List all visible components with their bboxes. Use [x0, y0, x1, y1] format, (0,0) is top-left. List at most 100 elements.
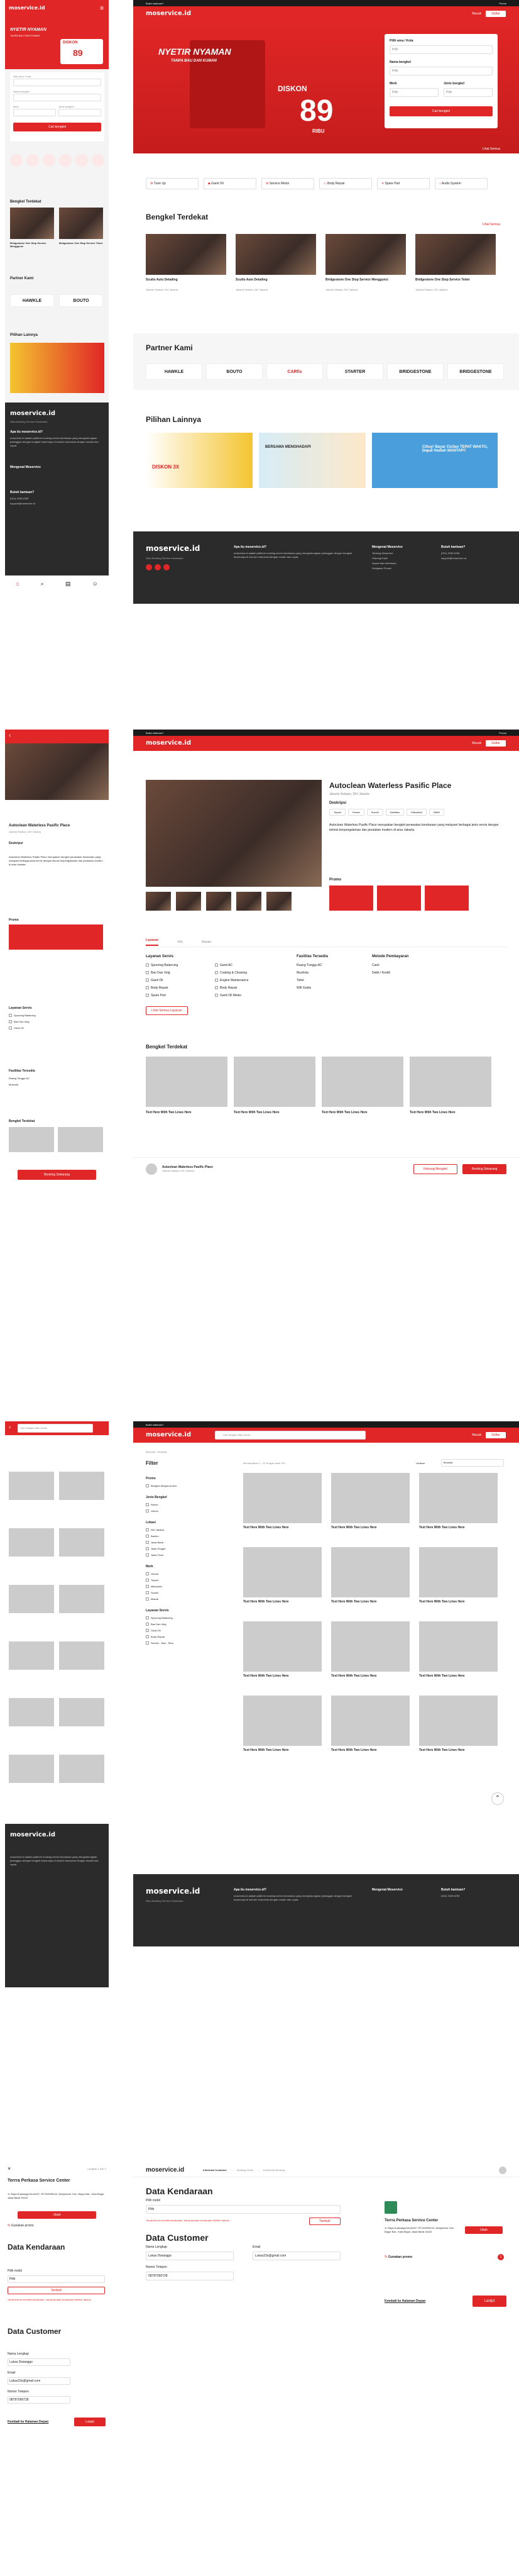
listing-card-6[interactable] [419, 1547, 498, 1597]
mobile-listing-card-8[interactable] [59, 1641, 104, 1670]
name-input[interactable]: Lukas Dwianggo [146, 2251, 234, 2260]
add-vehicle-button[interactable]: Tambah [309, 2218, 341, 2225]
category-audio[interactable]: ♪ Audio System [435, 178, 488, 189]
footer-link-2[interactable]: Hubungi Kami [372, 557, 388, 560]
filter-svc-3[interactable]: Ganti Oli [146, 1629, 161, 1633]
mobile-listing-search[interactable]: Cari bengkel atau servis [18, 1424, 93, 1433]
filter-brand-2[interactable]: Toyota [146, 1579, 158, 1582]
mobile-partner-1[interactable]: HAWKLE [10, 294, 54, 307]
listing-search-input[interactable]: Cari bengkel atau servis [215, 1431, 366, 1440]
filter-svc-2[interactable]: Ban Dan Velg [146, 1623, 166, 1626]
filter-type-1[interactable]: Resmi [146, 1503, 158, 1507]
checkbox[interactable] [146, 1641, 149, 1645]
detail-help-link[interactable]: Butuh bantuan? [146, 731, 163, 735]
mobile-promo-banner[interactable] [9, 924, 103, 950]
checkbox[interactable] [146, 1547, 149, 1551]
partner-4[interactable]: STARTER [327, 364, 383, 380]
facebook-icon[interactable] [146, 564, 152, 570]
mobile-email-input[interactable]: Lukas23s@gmail.com [8, 2377, 70, 2385]
category-tune-up[interactable]: ⚙ Tune Up [146, 178, 199, 189]
listing-login[interactable]: Masuk [472, 1433, 481, 1437]
mobile-nearby-card-1[interactable] [10, 208, 54, 239]
nearby-card-2[interactable] [236, 234, 316, 275]
search-button[interactable]: Cari bengkel [13, 123, 101, 131]
promo-link[interactable]: Promo [499, 2, 506, 5]
nav-search-icon[interactable]: ⌕ [41, 580, 44, 587]
filter-loc-4[interactable]: Jawa Tengah [146, 1547, 166, 1551]
checkbox[interactable] [146, 1535, 149, 1538]
crumb-home[interactable]: Beranda [146, 1450, 155, 1453]
listing-card-7[interactable] [243, 1621, 322, 1672]
footer-logo[interactable]: moservice.id [146, 544, 200, 553]
mobile-back-link[interactable]: Kembali ke Halaman Depan [8, 2420, 48, 2424]
checkbox[interactable] [146, 1616, 149, 1620]
hero-workshop-select[interactable]: Pilih [390, 67, 493, 75]
detail-more-services[interactable]: Lihat Semua Layanan [146, 1006, 188, 1015]
listing-card-9[interactable] [419, 1621, 498, 1672]
change-center-button[interactable]: Ubah [465, 2226, 503, 2234]
partner-1[interactable]: HAWKLE [146, 364, 202, 380]
tab-reviews[interactable]: Ulasan [202, 940, 212, 944]
footer-email[interactable]: support@moservice.id [441, 557, 466, 560]
checkbox[interactable] [146, 1623, 149, 1626]
checkbox[interactable] [146, 1635, 149, 1639]
nearby-card-1[interactable] [146, 234, 226, 275]
mobile-listing-card-4[interactable] [59, 1528, 104, 1557]
filter-type-2[interactable]: Umum [146, 1509, 158, 1513]
promo-card-1[interactable]: DISKON 3X [146, 433, 253, 488]
listing-register[interactable]: Daftar [485, 1431, 506, 1439]
filter-loc-2[interactable]: Banten [146, 1535, 159, 1538]
footer-link-1[interactable]: Tentang Moservice [372, 552, 393, 555]
see-all-promo[interactable]: Lihat Semua [483, 147, 500, 151]
mobile-footer-phone[interactable]: (021) 2345 6789 [10, 497, 28, 500]
detail-promo-link[interactable]: Promo [499, 731, 506, 735]
type-select[interactable] [58, 109, 101, 116]
mobile-promo-card[interactable] [10, 343, 104, 393]
checkbox[interactable] [146, 1541, 149, 1545]
mobile-book-button[interactable]: Booking Sekarang [18, 1170, 96, 1180]
mobile-detail-photo[interactable] [5, 743, 109, 800]
promo-row[interactable]: % Gunakan promo 1 [385, 2254, 504, 2260]
back-home-link[interactable]: Kembali ke Halaman Depan [385, 2299, 425, 2303]
listing-help-link[interactable]: Butuh bantuan? [146, 1423, 163, 1426]
footer-link-3[interactable]: Syarat dan Ketentuan [372, 562, 396, 565]
mobile-listing-card-9[interactable] [9, 1698, 54, 1726]
nav-profile-icon[interactable]: ☺ [92, 580, 98, 587]
filter-svc-5[interactable]: Service - Ban - Rem [146, 1641, 173, 1645]
filter-svc-1[interactable]: Spooring Balancing [146, 1616, 173, 1620]
workshop-select[interactable] [13, 94, 101, 101]
detail-thumb-1[interactable] [146, 892, 171, 911]
register-button[interactable]: Daftar [485, 10, 506, 18]
mobile-banner[interactable]: NYETIR NYAMAN TANPA BAU DAN KUMAN DISKON… [5, 19, 109, 69]
mobile-listing-card-12[interactable] [59, 1755, 104, 1783]
back-icon[interactable]: ‹ [9, 732, 11, 739]
vehicle-select[interactable]: Pilih [146, 2205, 341, 2214]
category-engine[interactable]: ⚙ Service Mesin [261, 178, 314, 189]
footer-phone[interactable]: (021) 2345 6789 [441, 552, 459, 555]
detail-nearby-card-2[interactable] [234, 1057, 315, 1107]
listing-card-3[interactable] [419, 1473, 498, 1523]
help-link[interactable]: Butuh bantuan? [146, 2, 163, 5]
detail-main-photo[interactable] [146, 780, 322, 887]
mobile-next-button[interactable]: Lanjut [74, 2418, 106, 2426]
mobile-phone-input[interactable]: 08787090728 [8, 2396, 70, 2404]
detail-thumb-5[interactable] [266, 892, 292, 911]
filter-loc-5[interactable]: Jawa Timur [146, 1553, 163, 1557]
detail-promo-2[interactable] [377, 886, 421, 911]
hero-banner[interactable]: NYETIR NYAMAN TANPA BAU DAN KUMAN DISKON… [133, 21, 519, 153]
mobile-vehicle-select[interactable]: Pilih [8, 2275, 105, 2283]
mobile-partner-2[interactable]: BOUTO [59, 294, 103, 307]
category-audio-icon[interactable] [92, 154, 104, 167]
category-engine-icon[interactable] [43, 154, 55, 167]
checkbox[interactable] [146, 1597, 149, 1601]
listing-card-5[interactable] [331, 1547, 410, 1597]
menu-icon[interactable]: ≡ [100, 5, 104, 12]
filter-loc-3[interactable]: Jawa Barat [146, 1541, 163, 1545]
city-select[interactable] [13, 79, 101, 86]
listing-card-8[interactable] [331, 1621, 410, 1672]
category-part[interactable]: ✦ Spare Part [377, 178, 430, 189]
login-link[interactable]: Masuk [472, 12, 481, 16]
mobile-listing-card-1[interactable] [9, 1472, 54, 1500]
checkbox[interactable] [146, 1553, 149, 1557]
listing-card-11[interactable] [331, 1696, 410, 1746]
